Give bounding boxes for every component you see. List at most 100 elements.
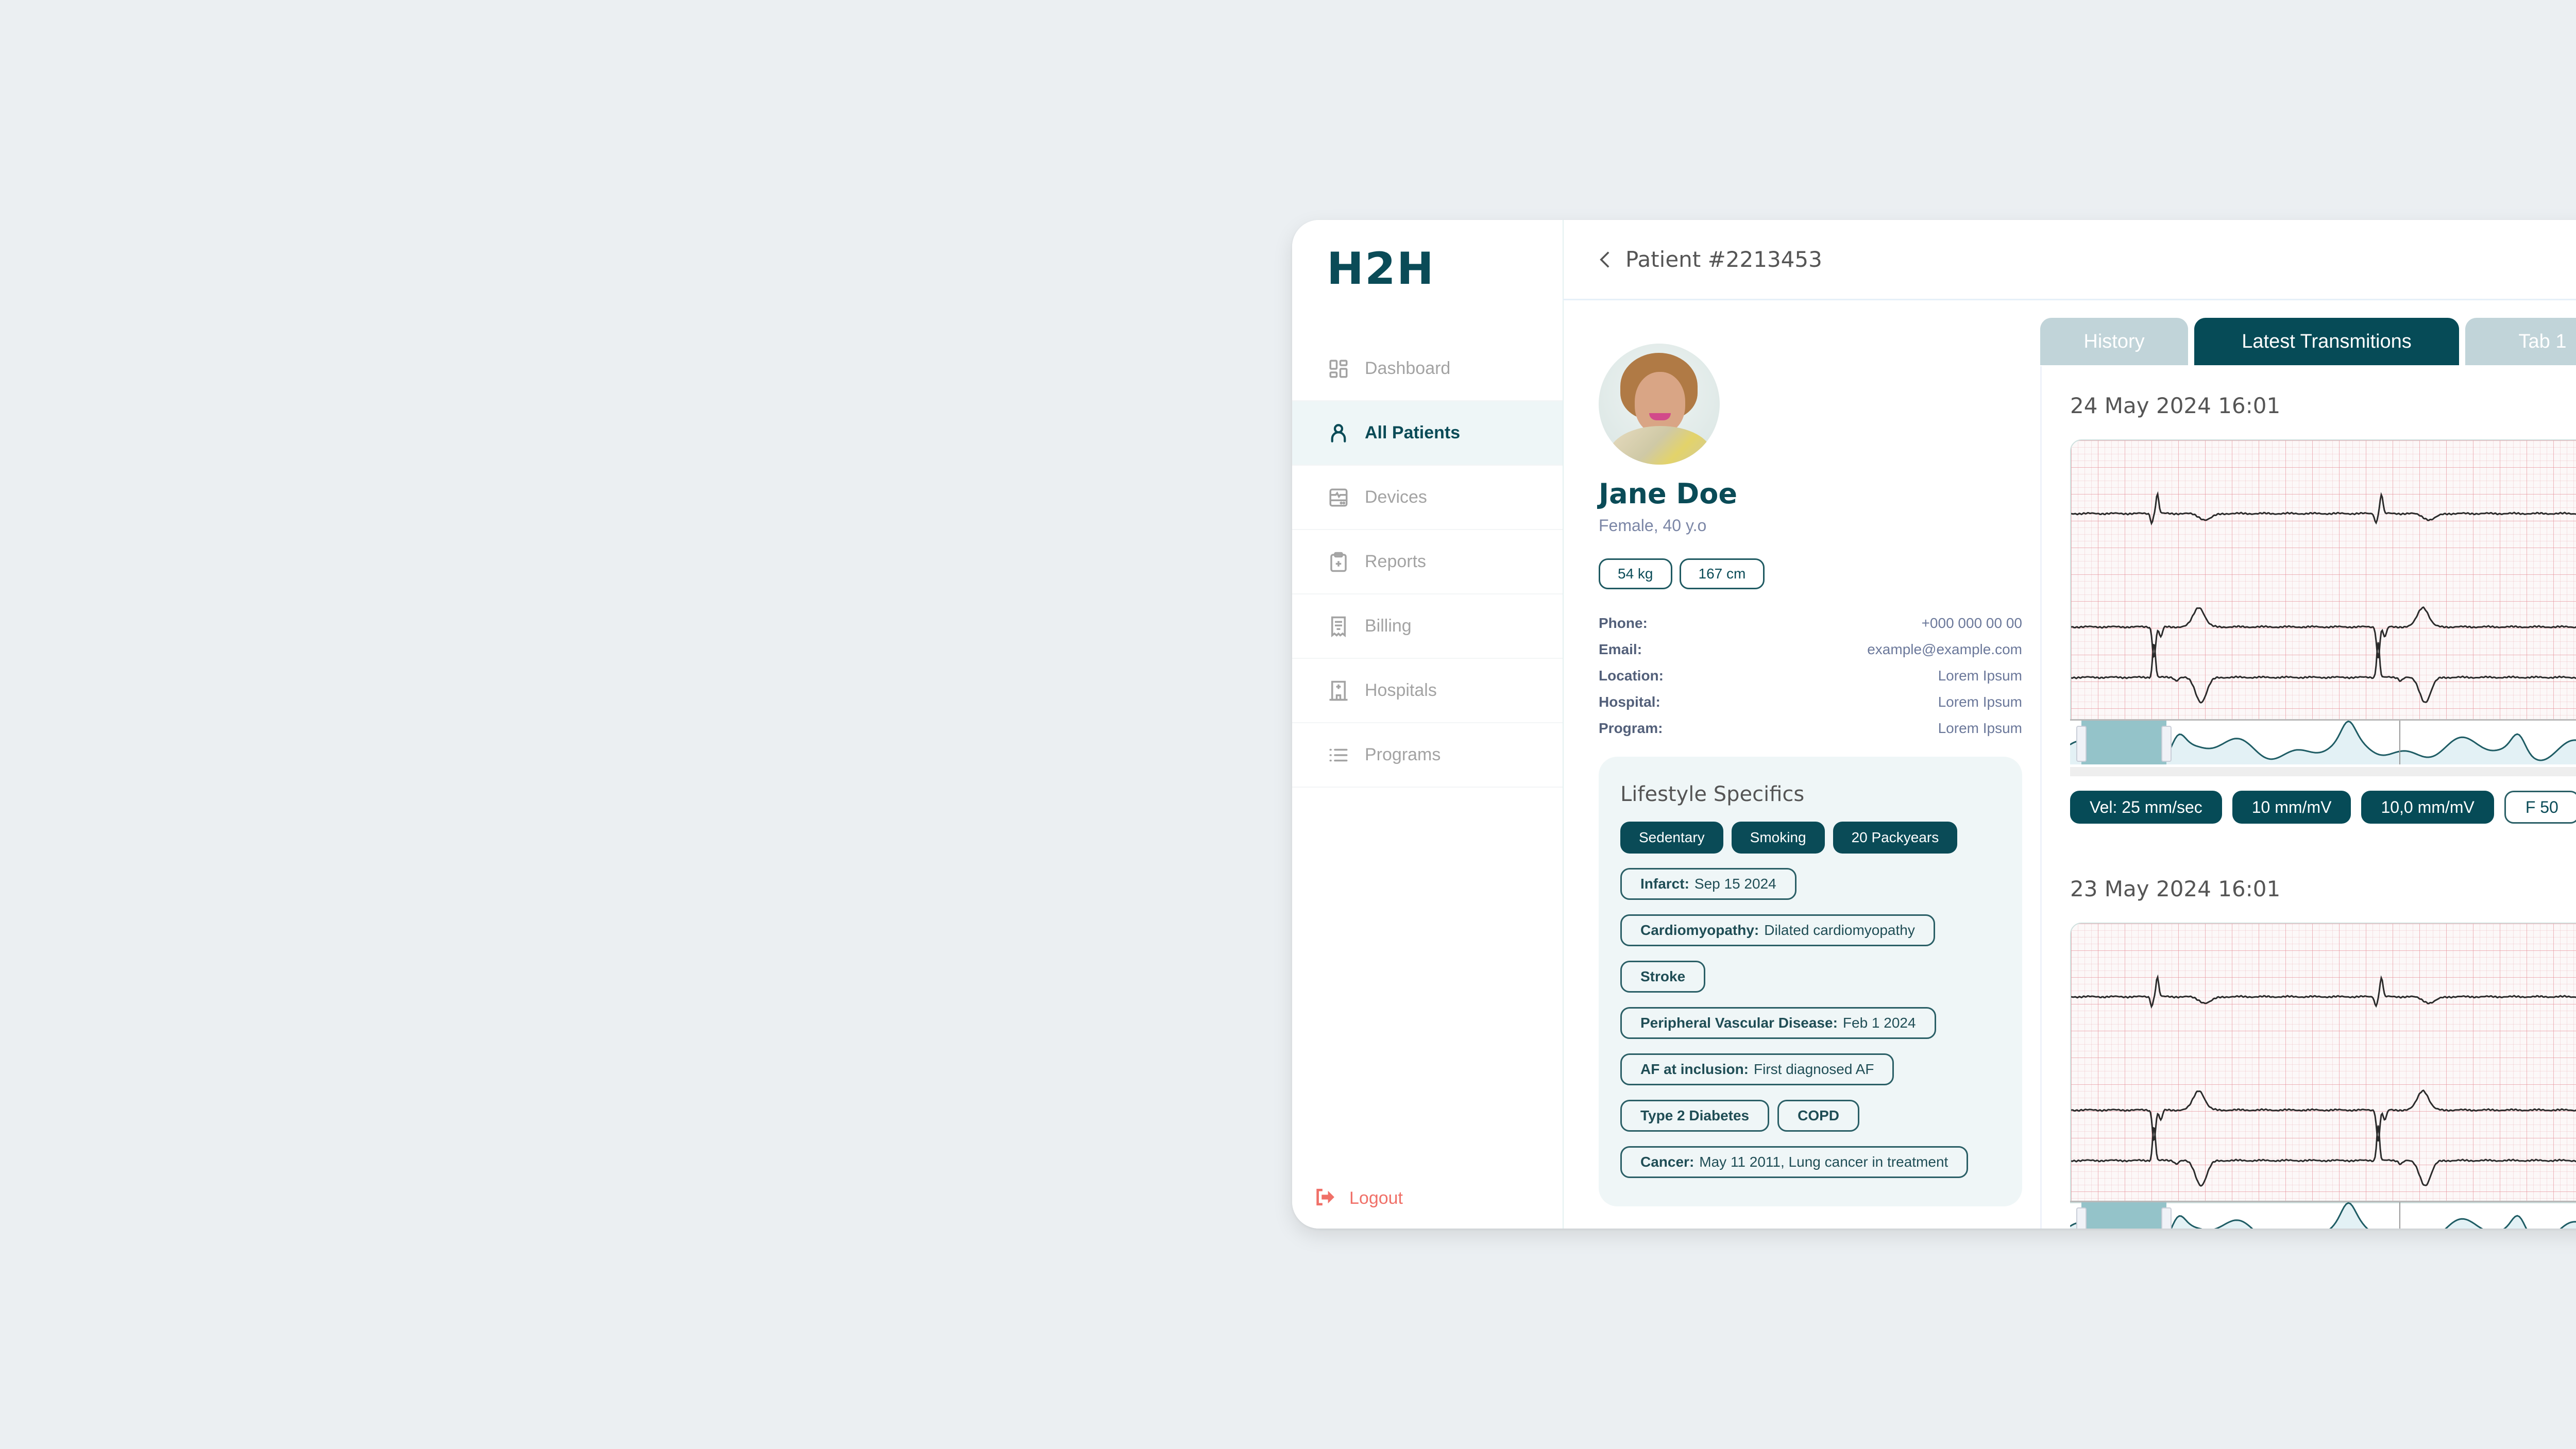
sidebar-item-reports[interactable]: Reports <box>1292 530 1563 594</box>
lifestyle-tag: Sedentary <box>1620 822 1723 854</box>
selection-handle-left[interactable] <box>2076 726 2087 762</box>
ecg-lead-trace <box>2071 491 2576 526</box>
ecg-strip <box>2070 923 2576 1203</box>
ecg-traces <box>2071 491 2576 704</box>
sidebar-item-hospitals[interactable]: Hospitals <box>1292 659 1563 723</box>
ecg-lead-trace <box>2071 974 2576 1009</box>
info-row-email: Email: example@example.com <box>1599 636 2022 662</box>
sidebar-item-label: Reports <box>1365 552 1427 571</box>
info-label: Phone: <box>1599 615 1648 631</box>
ecg-overview <box>2070 719 2576 765</box>
ecg-lead-trace <box>2071 606 2576 658</box>
sidebar-item-devices[interactable]: Devices <box>1292 466 1563 530</box>
ecg-overview <box>2070 1201 2576 1229</box>
patient-gender-age: Female, 40 y.o <box>1599 516 1707 535</box>
condition-label: COPD <box>1798 1107 1840 1123</box>
app-logo[interactable]: H2H <box>1327 243 1435 295</box>
user-icon <box>1327 421 1350 445</box>
info-label: Hospital: <box>1599 693 1660 710</box>
weight-badge: 54 kg <box>1599 558 1672 589</box>
sidebar-item-label: Hospitals <box>1365 680 1437 700</box>
dashboard-icon <box>1327 357 1350 381</box>
selection-handle-left[interactable] <box>2076 1207 2087 1229</box>
info-row-hospital: Hospital: Lorem Ipsum <box>1599 689 2022 715</box>
app-window: H2H Dashboard All Patients Devices Repor… <box>1292 220 2576 1229</box>
tab-bar: History Latest Transmitions Tab 1 <box>2040 318 2576 365</box>
sidebar-item-label: Billing <box>1365 616 1412 636</box>
condition-label: Stroke <box>1640 968 1686 984</box>
condition-label: Type 2 Diabetes <box>1640 1107 1750 1123</box>
condition-tag: Cardiomyopathy: Dilated cardiomyopathy <box>1620 914 1935 946</box>
sidebar-item-dashboard[interactable]: Dashboard <box>1292 337 1563 401</box>
ecg-traces <box>2071 974 2576 1187</box>
condition-label: AF at inclusion: <box>1640 1061 1749 1077</box>
sidebar-item-label: Devices <box>1365 487 1427 507</box>
ecg-lead-trace <box>2071 1089 2576 1141</box>
velocity-button[interactable]: Vel: 25 mm/sec <box>2070 791 2222 824</box>
receipt-icon <box>1327 615 1350 638</box>
logout-button[interactable]: Logout <box>1315 1188 1403 1208</box>
tab-tab-1[interactable]: Tab 1 <box>2465 318 2576 365</box>
hospital-icon <box>1327 679 1350 703</box>
sidebar-item-all-patients[interactable]: All Patients <box>1292 401 1563 466</box>
info-value: Lorem Ipsum <box>1938 667 2022 684</box>
selection-handle-right[interactable] <box>2161 726 2172 762</box>
condition-tag: Infarct: Sep 15 2024 <box>1620 868 1797 900</box>
patient-profile: Jane Doe Female, 40 y.o 54 kg 167 cm Pho… <box>1599 344 2022 1206</box>
recording-date: 24 May 2024 16:01 <box>2070 393 2281 418</box>
info-row-phone: Phone: +000 000 00 00 <box>1599 610 2022 636</box>
condition-tag: Stroke <box>1620 961 1706 993</box>
body-metrics: 54 kg 167 cm <box>1599 558 2022 589</box>
sidebar-item-label: Programs <box>1365 745 1441 764</box>
condition-value: Dilated cardiomyopathy <box>1764 922 1915 938</box>
page-title: Patient #2213453 <box>1625 247 1822 272</box>
sidebar-item-label: All Patients <box>1365 423 1461 442</box>
condition-label: Cardiomyopathy: <box>1640 922 1759 938</box>
filter-button[interactable]: F 50 <box>2504 791 2576 824</box>
ecg-lead-trace <box>2071 642 2576 704</box>
selection-handle-right[interactable] <box>2161 1207 2172 1229</box>
tab-latest-transmitions[interactable]: Latest Transmitions <box>2194 318 2459 365</box>
info-label: Email: <box>1599 641 1642 657</box>
condition-value: First diagnosed AF <box>1754 1061 1874 1077</box>
info-row-program: Program: Lorem Ipsum <box>1599 715 2022 741</box>
height-badge: 167 cm <box>1679 558 1765 589</box>
page-header: Patient #2213453 <box>1563 220 2576 300</box>
gain-button[interactable]: 10 mm/mV <box>2232 791 2351 824</box>
sidebar-item-billing[interactable]: Billing <box>1292 594 1563 659</box>
sidebar-item-label: Dashboard <box>1365 359 1451 378</box>
condition-label: Peripheral Vascular Disease: <box>1640 1015 1838 1031</box>
lifestyle-tag: 20 Packyears <box>1833 822 1958 854</box>
lifestyle-tag: Smoking <box>1731 822 1825 854</box>
info-value: +000 000 00 00 <box>1921 615 2022 631</box>
condition-tag: AF at inclusion: First diagnosed AF <box>1620 1053 1894 1085</box>
sidebar-item-programs[interactable]: Programs <box>1292 723 1563 788</box>
condition-tag: Cancer: May 11 2011, Lung cancer in trea… <box>1620 1146 1969 1178</box>
contact-info: Phone: +000 000 00 00 Email: example@exa… <box>1599 610 2022 741</box>
condition-tag: Peripheral Vascular Disease: Feb 1 2024 <box>1620 1007 1936 1039</box>
lifestyle-card: Lifestyle Specifics Sedentary Smoking 20… <box>1599 757 2022 1206</box>
list-icon <box>1327 743 1350 767</box>
back-chevron-icon[interactable] <box>1595 249 1615 270</box>
ecg-strip <box>2070 439 2576 720</box>
condition-value: Sep 15 2024 <box>1694 876 1776 892</box>
overview-scrollbar[interactable] <box>2070 767 2576 776</box>
info-value[interactable]: example@example.com <box>1867 641 2022 658</box>
info-label: Program: <box>1599 720 1663 736</box>
info-row-location: Location: Lorem Ipsum <box>1599 662 2022 689</box>
patient-name: Jane Doe <box>1599 478 1737 510</box>
amplitude-button[interactable]: 10,0 mm/mV <box>2361 791 2494 824</box>
logout-icon <box>1315 1188 1336 1208</box>
condition-value: May 11 2011, Lung cancer in treatment <box>1699 1154 1948 1170</box>
condition-label: Cancer: <box>1640 1154 1694 1170</box>
sidebar: H2H Dashboard All Patients Devices Repor… <box>1292 220 1564 1229</box>
ecg-lead-trace <box>2071 1125 2576 1187</box>
info-label: Location: <box>1599 667 1664 684</box>
condition-value: Feb 1 2024 <box>1842 1015 1916 1031</box>
overview-selection-window[interactable] <box>2076 721 2172 764</box>
lifestyle-tags: Sedentary Smoking 20 Packyears Infarct: … <box>1620 822 2001 1178</box>
overview-selection-window[interactable] <box>2076 1202 2172 1229</box>
ecg-settings: Vel: 25 mm/sec 10 mm/mV 10,0 mm/mV F 50 <box>2070 791 2576 824</box>
tab-history[interactable]: History <box>2040 318 2188 365</box>
info-value: Lorem Ipsum <box>1938 693 2022 710</box>
